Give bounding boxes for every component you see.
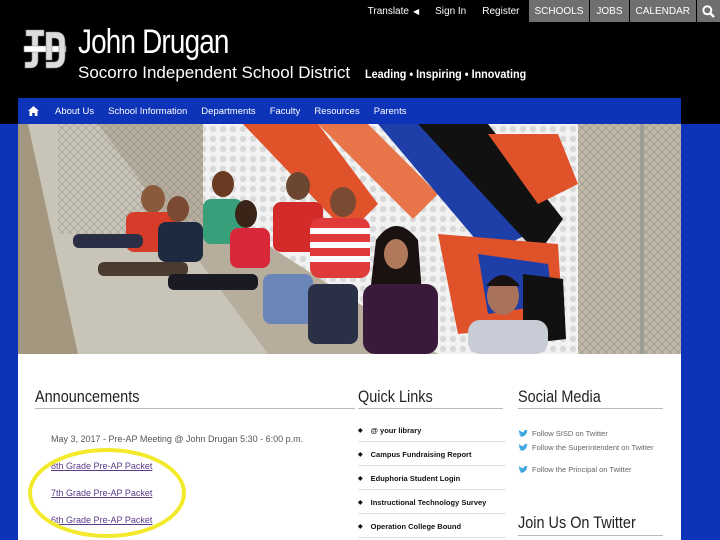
district-name: Socorro Independent School District [78,63,351,82]
quick-links-title: Quick Links [358,387,433,406]
nav-about-us[interactable]: About Us [48,106,101,117]
twitter-bird-icon [518,466,528,473]
sign-in-link[interactable]: Sign In [427,0,474,22]
calendar-button[interactable]: CALENDAR [628,0,696,22]
twitter-feed-title: Join Us On Twitter [518,513,636,532]
quick-link-label: Campus Fundraising Report [370,450,472,459]
quick-link-divider [358,489,506,490]
quick-link-label: @ your library [370,426,422,435]
bullet-icon: ◆ [358,428,363,434]
search-button[interactable] [696,0,720,22]
quick-links-divider [358,408,503,409]
announcements-title: Announcements [35,387,140,406]
announcements-divider [35,408,355,409]
quick-link-divider [358,513,506,514]
quick-link-label: Instructional Technology Survey [370,498,487,507]
bullet-icon: ◆ [358,476,363,482]
social-media-divider [518,408,663,409]
social-link-label: Follow the Superintendent on Twitter [532,443,654,452]
quick-link-tech-survey[interactable]: ◆ Instructional Technology Survey [358,498,506,507]
school-logo[interactable] [22,24,68,74]
home-button[interactable] [18,106,48,116]
bullet-icon: ◆ [358,524,363,530]
schools-button[interactable]: SCHOOLS [527,0,590,22]
quick-link-label: Eduphoria Student Login [370,474,461,483]
register-link[interactable]: Register [474,0,527,22]
quick-link-divider [358,537,506,538]
nav-school-information[interactable]: School Information [101,106,194,117]
translate-link[interactable]: Translate ◀ [360,0,427,22]
quick-link-divider [358,465,506,466]
social-link-superintendent[interactable]: Follow the Superintendent on Twitter [518,442,663,453]
twitter-bird-icon [518,444,528,451]
translate-label: Translate [367,5,409,17]
quick-link-divider [358,441,506,442]
quick-link-label: Operation College Bound [370,522,462,531]
social-link-sisd[interactable]: Follow SISD on Twitter [518,428,663,439]
quick-link-eduphoria[interactable]: ◆ Eduphoria Student Login [358,474,506,483]
social-link-principal[interactable]: Follow the Principal on Twitter [518,464,663,475]
hero-photo [18,124,681,354]
caret-left-icon: ◀ [412,6,420,16]
nav-parents[interactable]: Parents [367,106,414,117]
twitter-feed-divider [518,535,663,536]
quick-link-college-bound[interactable]: ◆ Operation College Bound [358,522,506,531]
students-mural-photo [18,124,681,354]
nav-departments[interactable]: Departments [194,106,262,117]
announcement-date-line: May 3, 2017 - Pre-AP Meeting @ John Drug… [51,434,304,444]
main-nav: About Us School Information Departments … [18,98,681,124]
jobs-button[interactable]: JOBS [589,0,629,22]
highlight-annotation [28,448,186,538]
quick-link-fundraising[interactable]: ◆ Campus Fundraising Report [358,450,506,459]
search-icon [702,4,715,18]
quick-link-library[interactable]: ◆ @ your library [358,426,506,435]
nav-resources[interactable]: Resources [307,106,366,117]
twitter-bird-icon [518,430,528,437]
home-icon [27,106,39,116]
social-link-label: Follow the Principal on Twitter [532,465,632,474]
school-name: John Drugan [78,23,229,61]
bullet-icon: ◆ [358,452,363,458]
bullet-icon: ◆ [358,500,363,506]
utility-bar: Translate ◀ Sign In Register SCHOOLS JOB… [360,0,720,22]
social-media-title: Social Media [518,387,601,406]
tagline: Leading • Inspiring • Innovating [365,67,527,81]
nav-faculty[interactable]: Faculty [263,106,308,117]
social-link-label: Follow SISD on Twitter [532,429,608,438]
